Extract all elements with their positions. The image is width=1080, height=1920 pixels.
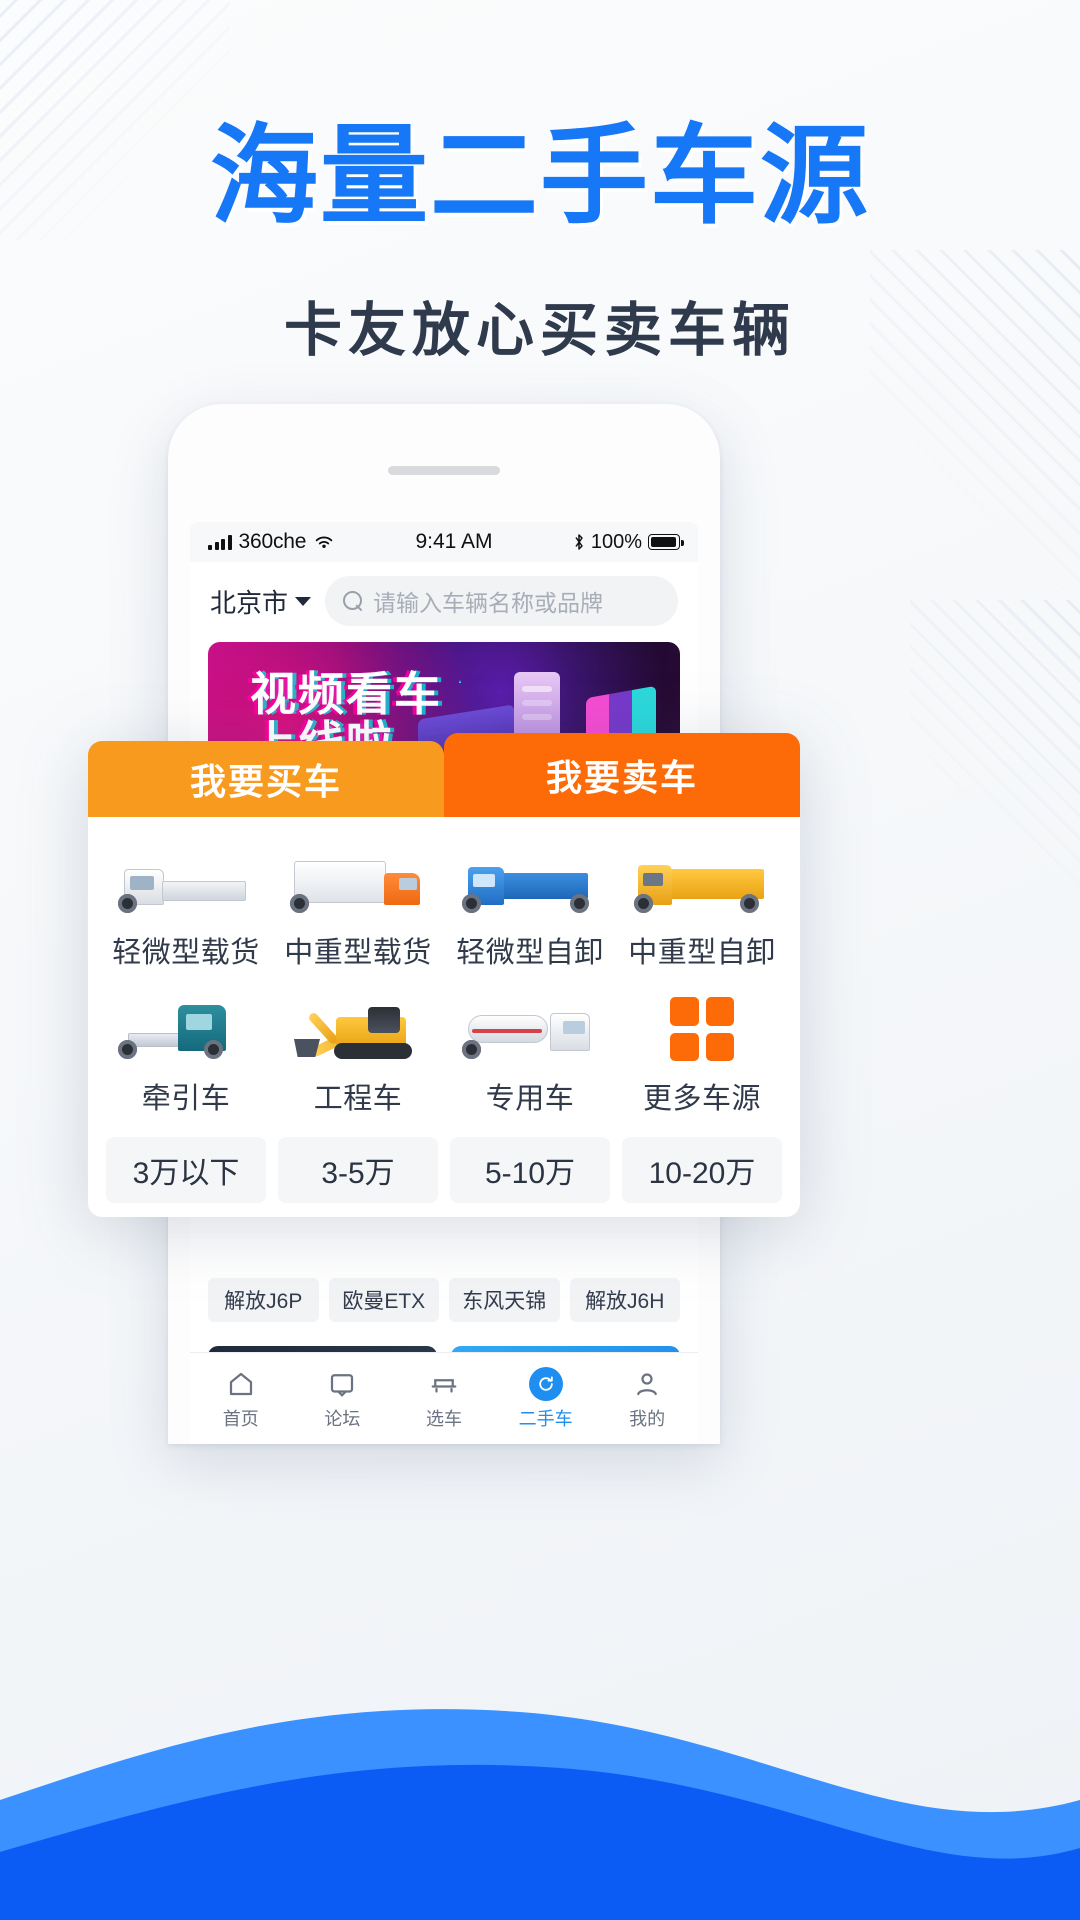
- light-cargo-truck-icon: [118, 847, 254, 921]
- category-label: 更多车源: [643, 1075, 761, 1117]
- status-bar-left: 360che: [208, 530, 335, 554]
- status-bar-right: 100%: [573, 531, 680, 554]
- status-bar-time: 9:41 AM: [335, 530, 573, 554]
- tab-forum[interactable]: 论坛: [292, 1367, 394, 1431]
- price-filter-chip[interactable]: 5-10万: [450, 1137, 610, 1203]
- tab-label: 论坛: [292, 1405, 394, 1431]
- phone-speaker: [388, 466, 500, 475]
- decorative-stripes-middle-right: [910, 600, 1080, 920]
- hot-model-chip[interactable]: 解放J6H: [570, 1278, 681, 1322]
- price-filter-chip[interactable]: 3万以下: [106, 1137, 266, 1203]
- excavator-icon: [290, 993, 426, 1067]
- city-selector[interactable]: 北京市: [210, 583, 311, 620]
- tab-label: 我的: [596, 1405, 698, 1431]
- tanker-truck-icon: [462, 993, 598, 1067]
- refresh-icon: [495, 1367, 597, 1401]
- overlay-card-body: 轻微型载货 中重型载货 轻微型自卸: [88, 817, 800, 1217]
- tab-select-car[interactable]: 选车: [393, 1367, 495, 1431]
- category-item-special[interactable]: 专用车: [444, 993, 616, 1117]
- search-row: 北京市 请输入车辆名称或品牌: [190, 562, 698, 638]
- hot-model-chip[interactable]: 欧曼ETX: [329, 1278, 440, 1322]
- category-item-tractor[interactable]: 牵引车: [100, 993, 272, 1117]
- category-grid: 轻微型载货 中重型载货 轻微型自卸: [100, 847, 788, 1117]
- promo-poster: 海量二手车源 卡友放心买卖车辆 360che 9:41 AM: [0, 0, 1080, 1920]
- car-icon: [393, 1367, 495, 1401]
- home-icon: [190, 1367, 292, 1401]
- wifi-icon: [313, 533, 335, 551]
- search-icon: [343, 591, 363, 611]
- tab-profile[interactable]: 我的: [596, 1367, 698, 1431]
- hot-model-chip[interactable]: 东风天锦: [449, 1278, 560, 1322]
- category-label: 中重型自卸: [628, 929, 776, 971]
- bluetooth-icon: [573, 533, 585, 551]
- page-subheadline: 卡友放心买卖车辆: [0, 283, 1080, 367]
- light-dump-truck-icon: [462, 847, 598, 921]
- category-item-more[interactable]: 更多车源: [616, 993, 788, 1117]
- category-label: 轻微型自卸: [456, 929, 604, 971]
- tab-label: 二手车: [495, 1405, 597, 1431]
- overlay-tab-row: 我要买车 我要卖车: [88, 733, 800, 817]
- category-overlay-card: 我要买车 我要卖车 轻微型载货 中重型载货: [88, 733, 800, 1217]
- category-item-engineering[interactable]: 工程车: [272, 993, 444, 1117]
- tab-label: 首页: [190, 1405, 292, 1431]
- chevron-down-icon: [295, 597, 311, 606]
- status-bar: 360che 9:41 AM 100%: [190, 522, 698, 562]
- heavy-dump-truck-icon: [634, 847, 770, 921]
- category-item-light-cargo[interactable]: 轻微型载货: [100, 847, 272, 971]
- category-item-heavy-dump[interactable]: 中重型自卸: [616, 847, 788, 971]
- hot-model-chip[interactable]: 解放J6P: [208, 1278, 319, 1322]
- category-label: 专用车: [486, 1075, 575, 1117]
- tab-home[interactable]: 首页: [190, 1367, 292, 1431]
- category-label: 牵引车: [142, 1075, 231, 1117]
- category-label: 中重型载货: [284, 929, 432, 971]
- search-input[interactable]: 请输入车辆名称或品牌: [325, 576, 678, 626]
- tab-used-car[interactable]: 二手车: [495, 1367, 597, 1431]
- category-label: 轻微型载货: [112, 929, 260, 971]
- page-headline: 海量二手车源: [0, 112, 1080, 239]
- bottom-wave-decoration: [0, 1500, 1080, 1920]
- category-item-light-dump[interactable]: 轻微型自卸: [444, 847, 616, 971]
- city-label: 北京市: [210, 583, 288, 620]
- tab-label: 选车: [393, 1405, 495, 1431]
- signal-bars-icon: [208, 535, 232, 550]
- category-item-heavy-cargo[interactable]: 中重型载货: [272, 847, 444, 971]
- bottom-tab-bar: 首页 论坛 选车: [190, 1352, 698, 1444]
- carrier-label: 360che: [239, 530, 307, 554]
- price-filter-chip[interactable]: 3-5万: [278, 1137, 438, 1203]
- grid-more-icon: [634, 993, 770, 1067]
- price-filter-chip[interactable]: 10-20万: [622, 1137, 782, 1203]
- battery-percent-label: 100%: [591, 531, 642, 554]
- forum-icon: [292, 1367, 394, 1401]
- tab-sell-car[interactable]: 我要卖车: [444, 733, 800, 817]
- battery-full-icon: [648, 534, 680, 550]
- tractor-truck-icon: [118, 993, 254, 1067]
- user-icon: [596, 1367, 698, 1401]
- heavy-cargo-truck-icon: [290, 847, 426, 921]
- search-placeholder: 请输入车辆名称或品牌: [373, 584, 603, 618]
- tab-buy-car[interactable]: 我要买车: [88, 741, 444, 817]
- category-label: 工程车: [314, 1075, 403, 1117]
- hot-model-chip-row: 解放J6P 欧曼ETX 东风天锦 解放J6H: [208, 1278, 680, 1322]
- price-filter-row: 3万以下 3-5万 5-10万 10-20万: [100, 1137, 788, 1203]
